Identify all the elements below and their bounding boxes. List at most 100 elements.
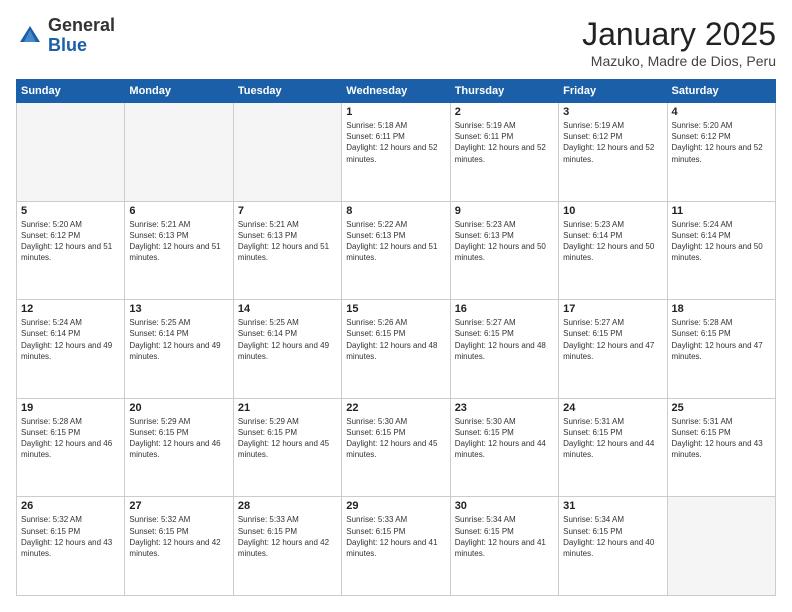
day-info: Sunrise: 5:20 AM Sunset: 6:12 PM Dayligh… [21,219,120,264]
header-monday: Monday [125,80,233,103]
table-row: 20Sunrise: 5:29 AM Sunset: 6:15 PM Dayli… [125,398,233,497]
table-row: 8 Sunrise: 5:22 AM Sunset: 6:13 PM Daylig… [342,201,450,300]
table-row [125,103,233,202]
title-block: January 2025 Mazuko, Madre de Dios, Peru [582,16,776,69]
day-number: 18 [672,303,771,315]
calendar-title: January 2025 [582,16,776,53]
table-row: 28 Sunrise: 5:33 AM Sunset: 6:15 PM Dayli… [233,497,341,596]
day-info: Sunrise: 5:25 AM Sunset: 6:14 PM Dayligh… [129,317,228,362]
day-info: Sunrise: 5:18 AM Sunset: 6:11 PM Dayligh… [346,120,445,165]
day-info: Sunrise: 5:32 AM Sunset: 6:15 PM Dayligh… [129,514,228,559]
page: General Blue January 2025 Mazuko, Madre … [0,0,792,612]
day-info: Sunrise: 5:29 AM Sunset: 6:15 PM Dayligh… [129,416,228,461]
day-info: Sunrise: 5:29 AM Sunset: 6:15 PM Dayligh… [238,416,337,461]
day-info: Sunrise: 5:32 AM Sunset: 6:15 PM Dayligh… [21,514,120,559]
table-row: 23Sunrise: 5:30 AM Sunset: 6:15 PM Dayli… [450,398,558,497]
table-row: 13 Sunrise: 5:25 AM Sunset: 6:14 PM Dayli… [125,300,233,399]
table-row: 5Sunrise: 5:20 AM Sunset: 6:12 PM Daylig… [17,201,125,300]
table-row [667,497,775,596]
day-number: 15 [346,303,445,315]
day-number: 4 [672,106,771,118]
header-tuesday: Tuesday [233,80,341,103]
calendar-week-4: 19 Sunrise: 5:28 AM Sunset: 6:15 PM Dayli… [17,398,776,497]
day-number: 27 [129,500,228,512]
day-number: 9 [455,205,554,217]
day-info: Sunrise: 5:28 AM Sunset: 6:15 PM Dayligh… [21,416,120,461]
table-row: 7Sunrise: 5:21 AM Sunset: 6:13 PM Daylig… [233,201,341,300]
day-number: 21 [238,402,337,414]
day-number: 28 [238,500,337,512]
table-row [17,103,125,202]
table-row: 27 Sunrise: 5:32 AM Sunset: 6:15 PM Dayli… [125,497,233,596]
day-info: Sunrise: 5:19 AM Sunset: 6:12 PM Dayligh… [563,120,662,165]
day-info: Sunrise: 5:30 AM Sunset: 6:15 PM Dayligh… [346,416,445,461]
day-info: Sunrise: 5:27 AM Sunset: 6:15 PM Dayligh… [455,317,554,362]
day-number: 31 [563,500,662,512]
table-row: 9Sunrise: 5:23 AM Sunset: 6:13 PM Daylig… [450,201,558,300]
day-info: Sunrise: 5:21 AM Sunset: 6:13 PM Dayligh… [129,219,228,264]
day-info: Sunrise: 5:30 AM Sunset: 6:15 PM Dayligh… [455,416,554,461]
header-friday: Friday [559,80,667,103]
day-info: Sunrise: 5:22 AM Sunset: 6:13 PM Dayligh… [346,219,445,264]
day-info: Sunrise: 5:31 AM Sunset: 6:15 PM Dayligh… [672,416,771,461]
day-number: 6 [129,205,228,217]
table-row: 16 Sunrise: 5:27 AM Sunset: 6:15 PM Dayli… [450,300,558,399]
day-info: Sunrise: 5:31 AM Sunset: 6:15 PM Dayligh… [563,416,662,461]
day-info: Sunrise: 5:24 AM Sunset: 6:14 PM Dayligh… [672,219,771,264]
day-info: Sunrise: 5:19 AM Sunset: 6:11 PM Dayligh… [455,120,554,165]
day-number: 26 [21,500,120,512]
table-row: 22 Sunrise: 5:30 AM Sunset: 6:15 PM Dayli… [342,398,450,497]
header-sunday: Sunday [17,80,125,103]
day-info: Sunrise: 5:28 AM Sunset: 6:15 PM Dayligh… [672,317,771,362]
table-row: 19 Sunrise: 5:28 AM Sunset: 6:15 PM Dayli… [17,398,125,497]
table-row: 6 Sunrise: 5:21 AM Sunset: 6:13 PM Daylig… [125,201,233,300]
day-number: 19 [21,402,120,414]
table-row: 25Sunrise: 5:31 AM Sunset: 6:15 PM Dayli… [667,398,775,497]
day-number: 12 [21,303,120,315]
table-row: 24Sunrise: 5:31 AM Sunset: 6:15 PM Dayli… [559,398,667,497]
table-row: 1 Sunrise: 5:18 AM Sunset: 6:11 PM Daylig… [342,103,450,202]
logo: General Blue [16,16,115,56]
table-row: 18 Sunrise: 5:28 AM Sunset: 6:15 PM Dayli… [667,300,775,399]
calendar-week-1: 1 Sunrise: 5:18 AM Sunset: 6:11 PM Daylig… [17,103,776,202]
day-number: 13 [129,303,228,315]
table-row: 2 Sunrise: 5:19 AM Sunset: 6:11 PM Daylig… [450,103,558,202]
table-row: 21 Sunrise: 5:29 AM Sunset: 6:15 PM Dayli… [233,398,341,497]
day-number: 17 [563,303,662,315]
logo-icon [16,22,44,50]
day-number: 2 [455,106,554,118]
table-row: 26 Sunrise: 5:32 AM Sunset: 6:15 PM Dayli… [17,497,125,596]
table-row: 11 Sunrise: 5:24 AM Sunset: 6:14 PM Dayli… [667,201,775,300]
day-number: 29 [346,500,445,512]
day-info: Sunrise: 5:33 AM Sunset: 6:15 PM Dayligh… [346,514,445,559]
header-saturday: Saturday [667,80,775,103]
day-info: Sunrise: 5:34 AM Sunset: 6:15 PM Dayligh… [563,514,662,559]
calendar-week-5: 26 Sunrise: 5:32 AM Sunset: 6:15 PM Dayli… [17,497,776,596]
day-number: 30 [455,500,554,512]
table-row: 14Sunrise: 5:25 AM Sunset: 6:14 PM Dayli… [233,300,341,399]
day-number: 8 [346,205,445,217]
day-number: 11 [672,205,771,217]
calendar-table: Sunday Monday Tuesday Wednesday Thursday… [16,79,776,596]
day-number: 3 [563,106,662,118]
table-row [233,103,341,202]
table-row: 17 Sunrise: 5:27 AM Sunset: 6:15 PM Dayli… [559,300,667,399]
table-row: 31 Sunrise: 5:34 AM Sunset: 6:15 PM Dayli… [559,497,667,596]
day-info: Sunrise: 5:26 AM Sunset: 6:15 PM Dayligh… [346,317,445,362]
table-row: 15 Sunrise: 5:26 AM Sunset: 6:15 PM Dayli… [342,300,450,399]
calendar-subtitle: Mazuko, Madre de Dios, Peru [582,53,776,69]
day-number: 1 [346,106,445,118]
day-info: Sunrise: 5:21 AM Sunset: 6:13 PM Dayligh… [238,219,337,264]
table-row: 29 Sunrise: 5:33 AM Sunset: 6:15 PM Dayli… [342,497,450,596]
day-number: 22 [346,402,445,414]
header-thursday: Thursday [450,80,558,103]
day-info: Sunrise: 5:25 AM Sunset: 6:14 PM Dayligh… [238,317,337,362]
day-number: 16 [455,303,554,315]
day-info: Sunrise: 5:33 AM Sunset: 6:15 PM Dayligh… [238,514,337,559]
day-info: Sunrise: 5:27 AM Sunset: 6:15 PM Dayligh… [563,317,662,362]
header-wednesday: Wednesday [342,80,450,103]
table-row: 30Sunrise: 5:34 AM Sunset: 6:15 PM Dayli… [450,497,558,596]
header: General Blue January 2025 Mazuko, Madre … [16,16,776,69]
logo-general-text: General [48,15,115,35]
logo-blue-text: Blue [48,35,87,55]
